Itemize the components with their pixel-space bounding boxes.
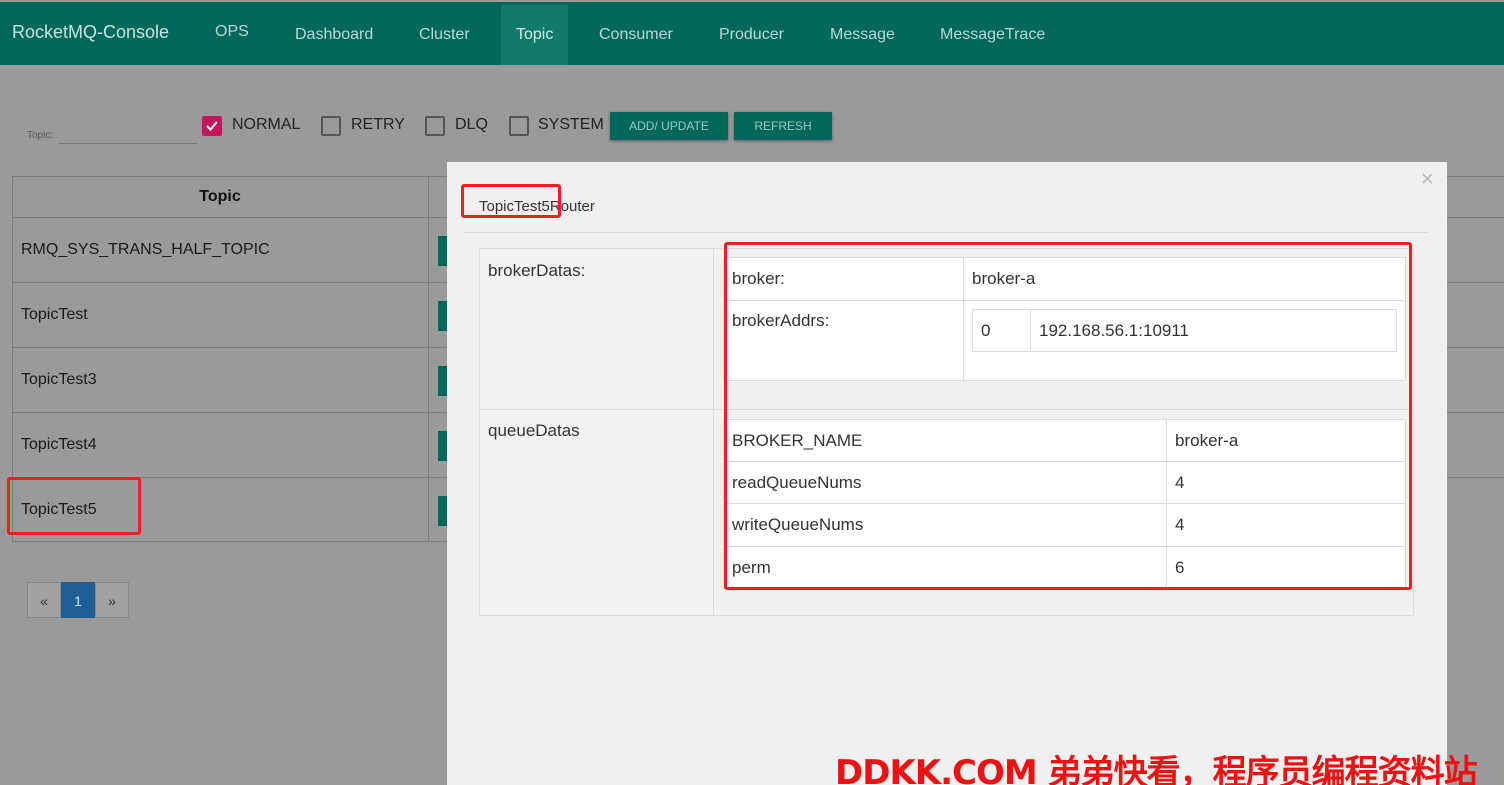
topic-cell: RMQ_SYS_TRANS_HALF_TOPIC xyxy=(21,241,270,258)
broker-datas-key: brokerDatas: xyxy=(488,261,586,280)
dlq-checkbox[interactable] xyxy=(425,116,445,136)
system-checkbox-label: SYSTEM xyxy=(538,116,604,133)
close-icon[interactable]: × xyxy=(1421,166,1434,192)
nav-cluster[interactable]: Cluster xyxy=(404,5,485,65)
topic-filter-input[interactable] xyxy=(59,120,197,144)
check-icon xyxy=(206,121,218,131)
refresh-button[interactable]: REFRESH xyxy=(734,112,832,140)
annotation-box xyxy=(461,184,561,218)
next-page-button[interactable]: » xyxy=(95,582,129,618)
pagination: « 1 » xyxy=(27,582,129,618)
top-navbar: RocketMQ-Console OPS Dashboard Cluster T… xyxy=(0,2,1504,65)
annotation-box xyxy=(724,242,1412,590)
nav-message[interactable]: Message xyxy=(815,5,910,65)
table-border xyxy=(12,541,452,542)
topic-cell: TopicTest4 xyxy=(21,436,97,453)
retry-checkbox-label: RETRY xyxy=(351,116,405,133)
topic-cell: TopicTest xyxy=(21,306,88,323)
nav-topic[interactable]: Topic xyxy=(501,5,569,65)
retry-checkbox[interactable] xyxy=(321,116,341,136)
annotation-box xyxy=(7,477,141,535)
brand-logo[interactable]: RocketMQ-Console xyxy=(12,22,169,43)
table-border xyxy=(428,176,429,542)
topic-column-header: Topic xyxy=(199,188,241,205)
prev-page-button[interactable]: « xyxy=(27,582,61,618)
nav-dashboard[interactable]: Dashboard xyxy=(280,5,388,65)
dialog-divider xyxy=(463,232,1429,233)
nav-producer[interactable]: Producer xyxy=(704,5,799,65)
dlq-checkbox-label: DLQ xyxy=(455,116,488,133)
nav-messagetrace[interactable]: MessageTrace xyxy=(925,5,1060,65)
topic-filter-label: Topic: xyxy=(27,130,54,141)
add-update-button[interactable]: ADD/ UPDATE xyxy=(610,112,728,140)
page-1-button[interactable]: 1 xyxy=(61,582,95,618)
system-checkbox[interactable] xyxy=(509,116,529,136)
normal-checkbox[interactable] xyxy=(202,116,222,136)
nav-ops[interactable]: OPS xyxy=(200,5,264,65)
queue-datas-key: queueDatas xyxy=(488,421,580,440)
watermark: DDKK.COM 弟弟快看，程序员编程资料站 xyxy=(835,753,1478,785)
topic-router-dialog: × TopicTest5Router brokerDatas: queueDat… xyxy=(447,162,1447,785)
nav-consumer[interactable]: Consumer xyxy=(584,5,688,65)
normal-checkbox-label: NORMAL xyxy=(232,116,301,133)
topic-cell: TopicTest3 xyxy=(21,371,97,388)
